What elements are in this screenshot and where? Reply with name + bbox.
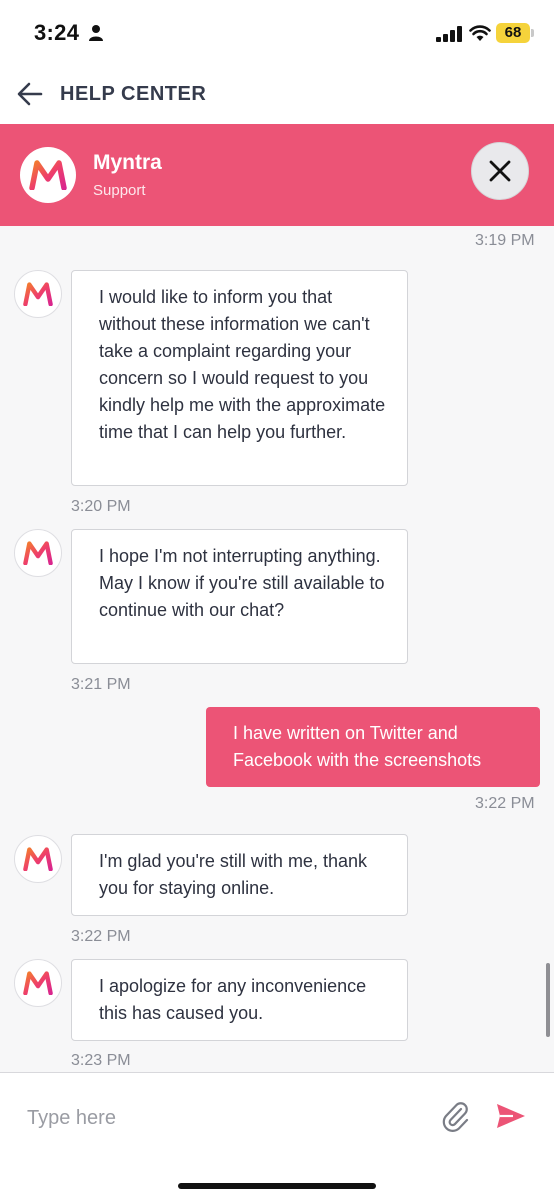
myntra-logo-icon [23,282,53,306]
myntra-logo-icon [23,971,53,995]
agent-message-bubble: I hope I'm not interrupting anything. Ma… [71,529,408,664]
close-button[interactable] [471,142,529,200]
message-composer [0,1072,554,1200]
myntra-logo-icon [23,847,53,871]
message-time: 3:23 PM [71,1052,131,1069]
myntra-logo [20,147,76,203]
agent-avatar [14,270,62,318]
person-icon [89,25,103,41]
user-message-bubble: I have written on Twitter and Facebook w… [206,707,540,787]
brand-subtitle: Support [93,182,146,199]
agent-message-bubble: I would like to inform you that without … [71,270,408,486]
brand-name: Myntra [93,151,162,174]
signal-icon [436,26,462,42]
send-icon[interactable] [495,1101,527,1131]
myntra-logo-icon [29,160,67,190]
home-indicator [178,1183,376,1189]
myntra-logo-icon [23,541,53,565]
paperclip-icon[interactable] [440,1100,470,1132]
message-time: 3:21 PM [71,676,131,693]
back-arrow-icon[interactable] [16,81,44,107]
agent-avatar [14,959,62,1007]
battery-icon: 68 [496,23,530,43]
agent-message-bubble: I apologize for any inconvenience this h… [71,959,408,1041]
battery-tip [531,29,534,37]
close-icon [489,160,511,182]
message-time: 3:22 PM [475,795,535,812]
message-time: 3:20 PM [71,498,131,515]
chat-area[interactable]: 3:19 PM I would like to inform you that … [0,226,554,1072]
status-time: 3:24 [34,20,80,45]
status-bar: 3:24 68 [0,0,554,64]
message-input[interactable] [27,1101,417,1135]
agent-avatar [14,835,62,883]
nav-header: HELP CENTER [0,64,554,124]
message-time: 3:22 PM [71,928,131,945]
timestamp: 3:19 PM [475,232,535,249]
agent-message-bubble: I'm glad you're still with me, thank you… [71,834,408,916]
chat-scrollbar[interactable] [546,963,550,1037]
wifi-icon [469,25,491,41]
page-title: HELP CENTER [60,83,207,105]
agent-avatar [14,529,62,577]
